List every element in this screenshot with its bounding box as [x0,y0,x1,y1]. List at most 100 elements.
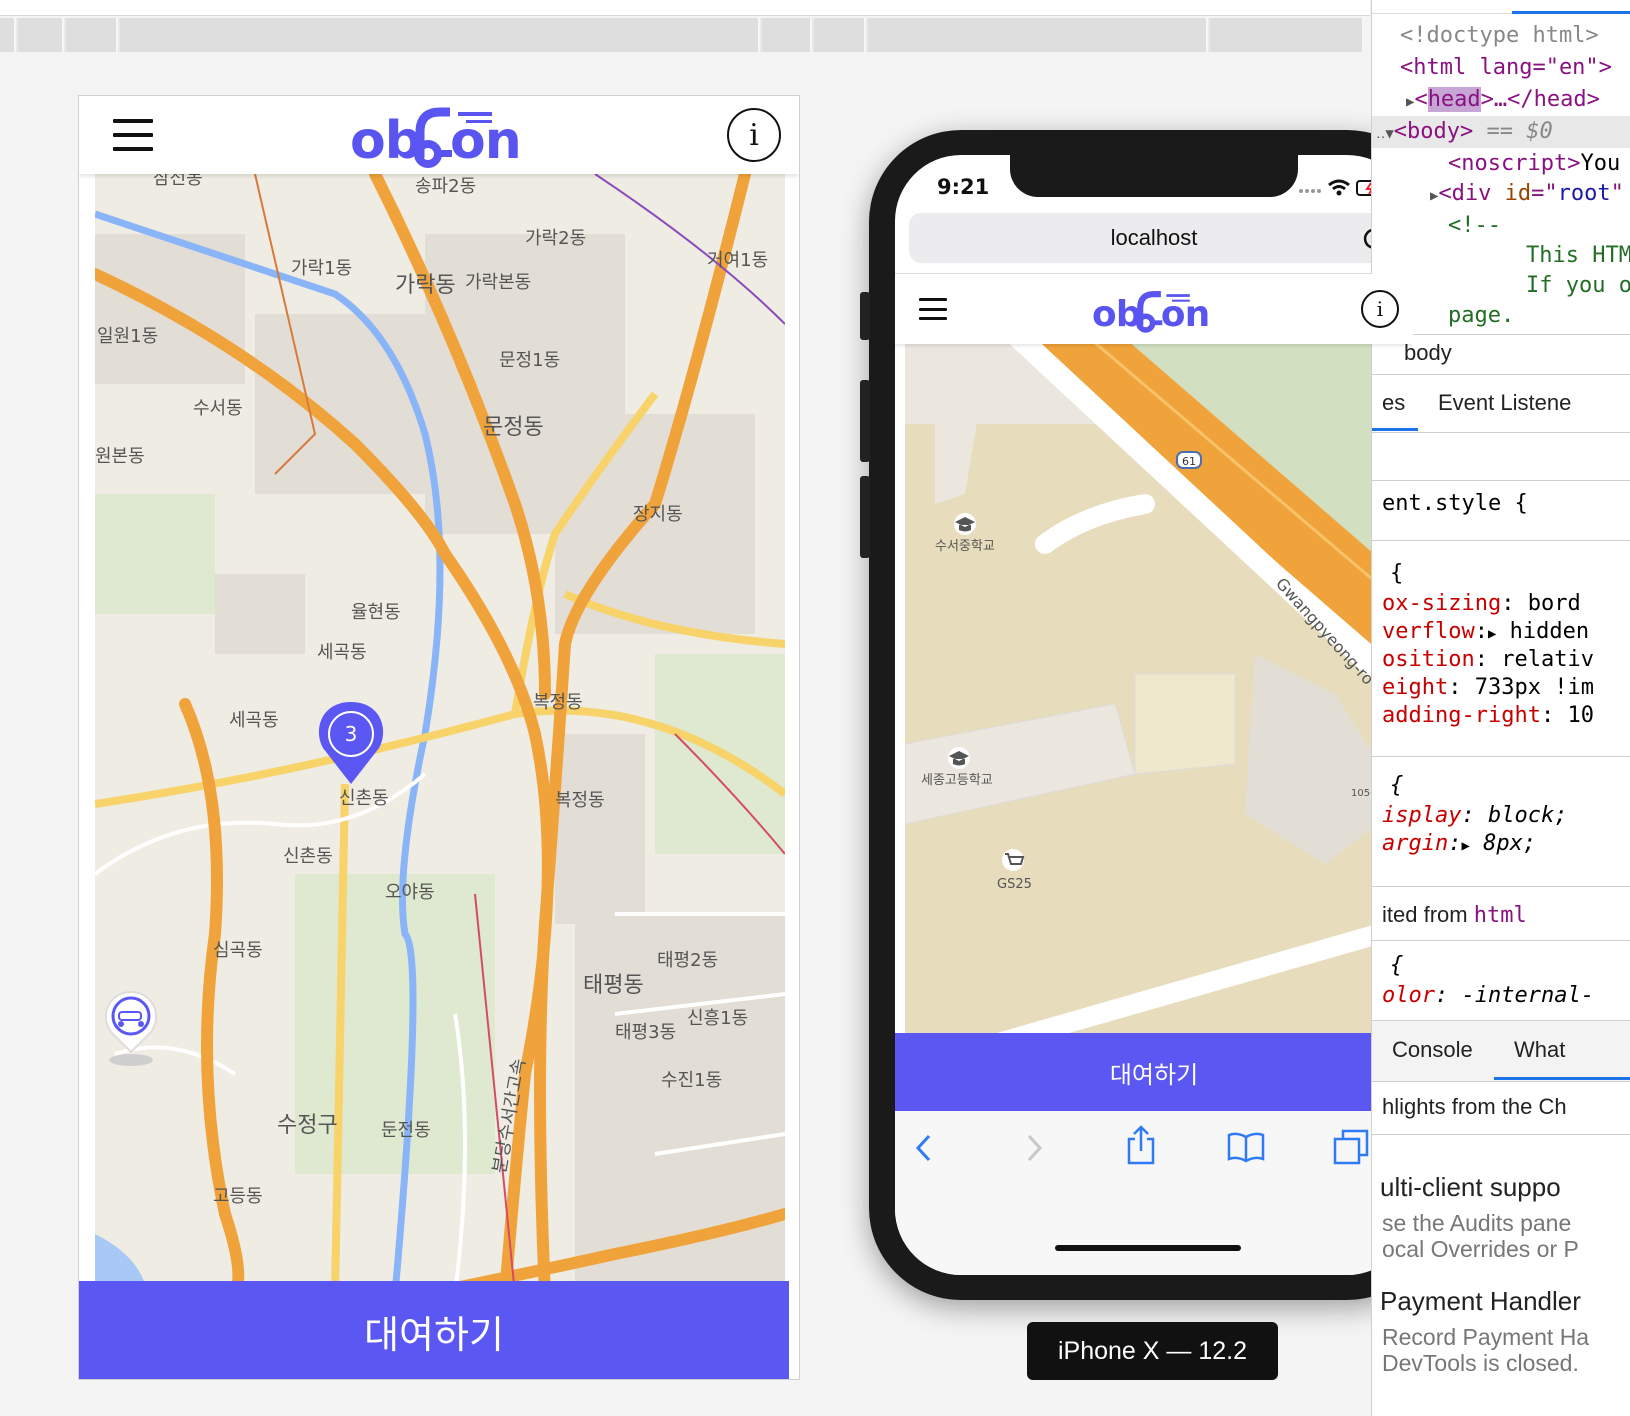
svg-text:ob: ob [350,111,421,168]
map-label: 원본동 [95,446,145,467]
bookmarks-icon[interactable] [1227,1131,1265,1163]
phone-side-button [860,476,870,558]
tab-console[interactable]: Console [1392,1037,1473,1063]
svg-text:ob: ob [1092,294,1141,333]
info-icon[interactable]: i [1361,290,1399,328]
style-prop[interactable]: verflow:▶ hidden [1382,618,1589,648]
safari-toolbar [895,1111,1413,1275]
noscript-text: You [1580,151,1621,176]
map-label: 오야동 [385,882,435,903]
map-label: 가락2동 [525,228,586,249]
responsive-viewport: ob on i 삼전동 송파2동 가락2동 거여1동 가락1동 가락동 가락본동… [78,95,800,1380]
dom-line[interactable]: <html lang="en"> [1400,54,1612,82]
style-rule[interactable]: ent.style { [1382,490,1528,518]
whats-new-desc: DevTools is closed. [1382,1350,1579,1376]
svg-text:on: on [450,111,521,168]
map[interactable]: 61 수서중학교 세종고등학교 GS25 Gwangpyeong-ro 105동 [905,344,1413,1071]
cart-icon [1002,849,1025,871]
cluster-count: 3 [345,722,358,746]
school-icon [954,513,976,535]
back-icon[interactable] [913,1133,935,1163]
status-time: 9:21 [937,175,990,199]
map-label: 거여1동 [707,250,768,271]
dom-line[interactable]: <noscript>You [1448,150,1620,178]
dom-line[interactable]: ▶<div id="root" [1430,180,1624,210]
school-icon [948,747,970,769]
style-prop[interactable]: argin:▶ 8px; [1382,830,1536,860]
device-label: iPhone X — 12.2 [1027,1322,1278,1380]
whats-new-header: hlights from the Ch [1382,1094,1567,1119]
tab-styles[interactable]: es [1382,390,1405,416]
route-shield: 61 [1176,451,1202,469]
map-label: 문정동 [483,415,544,440]
mobile-app-header: ob on i [895,274,1413,344]
dom-line[interactable]: <!-- [1448,212,1501,240]
menu-icon[interactable] [919,298,947,320]
style-prop[interactable]: eight: 733px !im [1382,674,1594,702]
style-brace: { [1390,561,1404,586]
app-header: ob on i [79,96,799,174]
map-label: 둔전동 [381,1120,431,1141]
inherited-header: ited from html [1382,902,1527,928]
dom-line: page. [1448,303,1515,328]
app-logo: ob on [350,102,530,181]
rent-button[interactable]: 대여하기 [79,1281,789,1379]
home-indicator [1055,1245,1241,1251]
info-icon[interactable]: i [727,108,781,162]
style-prop[interactable]: adding-right: 10 [1382,702,1594,730]
browser-top-bar [0,0,1370,16]
map-label: 가락1동 [291,258,352,279]
dom-line[interactable]: <!doctype html> [1400,22,1599,50]
map-label: 복정동 [555,790,605,811]
dom-ref: == $0 [1486,119,1553,144]
map-label: 수진1동 [661,1070,722,1091]
phone-side-button [860,292,870,340]
map-label: 태평3동 [615,1022,676,1043]
dom-line[interactable]: ▶<head>…</head> [1406,86,1600,116]
app-logo: ob on [1092,287,1216,337]
style-brace: { [1390,773,1404,798]
share-icon[interactable] [1125,1125,1157,1165]
tab-event-listeners[interactable]: Event Listene [1438,390,1571,416]
rent-button[interactable]: 대여하기 [895,1033,1413,1111]
url-text: localhost [1110,225,1198,250]
map-label: 일원1동 [97,326,158,347]
map-label: 태평2동 [657,950,718,971]
map-label: 태평동 [583,973,644,998]
poi-label: 수서중학교 [935,539,995,554]
tabs-icon[interactable] [1333,1129,1371,1165]
map-label: 가락동 [395,273,456,298]
style-prop[interactable]: osition: relativ [1382,646,1594,674]
logo-mark: ob on [1092,291,1210,335]
head-tag: head [1427,87,1481,112]
whats-new-desc: ocal Overrides or P [1382,1236,1579,1262]
map[interactable]: 삼전동 송파2동 가락2동 거여1동 가락1동 가락동 가락본동 일원1동 문정… [95,174,785,1294]
route-number: 61 [1182,455,1196,468]
poi-label: GS25 [997,877,1032,892]
map-label: 수정구 [277,1113,338,1138]
style-prop[interactable]: ox-sizing: bord [1382,590,1581,618]
map-label: 수서동 [193,398,243,419]
tab-whats-new[interactable]: What [1514,1037,1565,1063]
url-bar[interactable]: localhost [909,213,1399,263]
drawer-tabbar: Console What [1372,1021,1630,1081]
dom-line: This HTM [1526,243,1630,268]
map-label: 고등동 [213,1186,263,1207]
forward-icon[interactable] [1023,1133,1045,1163]
whats-new-desc: Record Payment Ha [1382,1324,1590,1350]
media-query-bar[interactable] [0,18,1364,52]
map-label: 장지동 [633,504,683,525]
map-label: 신흥1동 [687,1008,748,1029]
whats-new-title[interactable]: ulti-client suppo [1380,1172,1561,1203]
devtools-tabbar [1372,0,1630,14]
map-label: 신촌동 [283,846,333,867]
style-prop[interactable]: olor: -internal- [1382,982,1594,1010]
map-label: 세곡동 [317,642,367,663]
map-label: 신촌동 [339,788,389,809]
logo-mark: ob on [350,107,522,171]
whats-new-title[interactable]: Payment Handler [1380,1286,1581,1317]
map-label: 가락본동 [465,272,531,293]
dom-line[interactable]: ‥▼<body> == $0 [1376,118,1553,148]
menu-icon[interactable] [113,119,153,151]
style-prop[interactable]: isplay: block; [1382,802,1567,830]
